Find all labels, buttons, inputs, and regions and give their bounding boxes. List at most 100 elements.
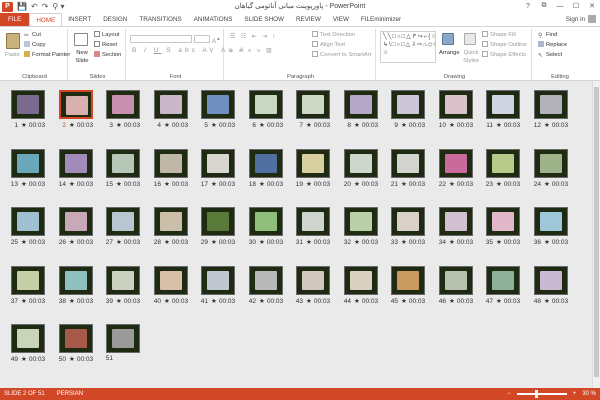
slide-thumbnail[interactable] xyxy=(201,149,235,178)
animation-star-icon[interactable]: ★ xyxy=(544,181,550,188)
tab-slide-show[interactable]: SLIDE SHOW xyxy=(238,13,290,26)
animation-star-icon[interactable]: ★ xyxy=(449,181,455,188)
animation-star-icon[interactable]: ★ xyxy=(21,298,27,305)
font-size-input[interactable] xyxy=(194,35,210,43)
arrange-button[interactable]: Arrange xyxy=(439,49,460,57)
tab-design[interactable]: DESIGN xyxy=(97,13,133,26)
shape-effects-button[interactable]: Shape Effects xyxy=(482,51,526,59)
ribbon-display-icon[interactable]: ⧉ xyxy=(536,0,552,12)
shape-fill-button[interactable]: Shape Fill xyxy=(482,31,516,39)
animation-star-icon[interactable]: ★ xyxy=(401,298,407,305)
slide-thumbnail[interactable] xyxy=(106,266,140,295)
quick-styles-icon[interactable] xyxy=(464,33,476,45)
layout-button[interactable]: Layout xyxy=(94,31,119,39)
animation-star-icon[interactable]: ★ xyxy=(69,298,75,305)
section-button[interactable]: Section xyxy=(94,51,121,59)
zoom-in-button[interactable]: + xyxy=(573,388,577,400)
slide-thumbnail[interactable] xyxy=(11,324,45,353)
animation-star-icon[interactable]: ★ xyxy=(69,356,75,363)
slide-thumbnail[interactable] xyxy=(59,266,93,295)
animation-star-icon[interactable]: ★ xyxy=(354,181,360,188)
animation-star-icon[interactable]: ★ xyxy=(164,181,170,188)
tab-home[interactable]: HOME xyxy=(29,13,63,26)
slide-thumbnail[interactable] xyxy=(391,266,425,295)
animation-star-icon[interactable]: ★ xyxy=(306,181,312,188)
slide-thumbnail[interactable] xyxy=(486,266,520,295)
animation-star-icon[interactable]: ★ xyxy=(354,122,360,129)
slide-thumbnail[interactable] xyxy=(439,90,473,119)
slide-thumbnail[interactable] xyxy=(391,90,425,119)
slide-thumbnail[interactable] xyxy=(344,207,378,236)
animation-star-icon[interactable]: ★ xyxy=(21,122,27,129)
slide-thumbnail[interactable] xyxy=(201,90,235,119)
slide-thumbnail[interactable] xyxy=(439,207,473,236)
slide-thumbnail[interactable] xyxy=(344,149,378,178)
slide-thumbnail[interactable] xyxy=(59,324,93,353)
animation-star-icon[interactable]: ★ xyxy=(259,122,265,129)
animation-star-icon[interactable]: ★ xyxy=(69,239,75,246)
slide-thumbnail[interactable] xyxy=(154,149,188,178)
slide-thumbnail[interactable] xyxy=(249,149,283,178)
slide-thumbnail[interactable] xyxy=(296,149,330,178)
slide-thumbnail[interactable] xyxy=(154,266,188,295)
animation-star-icon[interactable]: ★ xyxy=(116,122,122,129)
maximize-button[interactable]: ☐ xyxy=(568,0,584,12)
animation-star-icon[interactable]: ★ xyxy=(116,239,122,246)
vertical-scrollbar[interactable] xyxy=(592,81,600,388)
animation-star-icon[interactable]: ★ xyxy=(449,239,455,246)
slide-thumbnail[interactable] xyxy=(59,207,93,236)
slide-thumbnail[interactable] xyxy=(154,207,188,236)
slide-thumbnail[interactable] xyxy=(11,207,45,236)
slide-thumbnail[interactable] xyxy=(249,90,283,119)
slide-thumbnail[interactable] xyxy=(201,207,235,236)
paste-icon[interactable] xyxy=(6,33,20,49)
slide-thumbnail[interactable] xyxy=(296,90,330,119)
slide-thumbnail[interactable] xyxy=(154,90,188,119)
animation-star-icon[interactable]: ★ xyxy=(69,122,75,129)
minimize-button[interactable]: — xyxy=(552,0,568,12)
zoom-slider[interactable] xyxy=(516,390,567,398)
align-buttons[interactable]: ≡ ≡ ≡ ≡ ▥ xyxy=(230,47,273,55)
copy-button[interactable]: Copy xyxy=(24,41,46,49)
replace-button[interactable]: Replace xyxy=(538,41,567,49)
tab-fileminimizer[interactable]: FILEminimizer xyxy=(355,13,407,26)
tab-transitions[interactable]: TRANSITIONS xyxy=(133,13,187,26)
find-button[interactable]: ⚲ Find xyxy=(538,31,557,39)
slide-thumbnail[interactable] xyxy=(296,207,330,236)
slide-thumbnail[interactable] xyxy=(486,207,520,236)
slide-thumbnail[interactable] xyxy=(534,90,568,119)
animation-star-icon[interactable]: ★ xyxy=(164,239,170,246)
animation-star-icon[interactable]: ★ xyxy=(259,181,265,188)
slide-thumbnail[interactable] xyxy=(344,90,378,119)
slide-thumbnail[interactable] xyxy=(486,149,520,178)
animation-star-icon[interactable]: ★ xyxy=(544,122,550,129)
slide-thumbnail[interactable] xyxy=(201,266,235,295)
animation-star-icon[interactable]: ★ xyxy=(496,239,502,246)
animation-star-icon[interactable]: ★ xyxy=(116,181,122,188)
grow-font-icon[interactable]: A▲ xyxy=(212,35,221,46)
font-name-input[interactable] xyxy=(130,35,192,43)
animation-star-icon[interactable]: ★ xyxy=(211,239,217,246)
slide-counter[interactable]: SLIDE 2 OF 51 xyxy=(4,388,45,400)
animation-star-icon[interactable]: ★ xyxy=(69,181,75,188)
slide-thumbnail[interactable] xyxy=(534,149,568,178)
animation-star-icon[interactable]: ★ xyxy=(259,298,265,305)
format-painter-button[interactable]: Format Painter xyxy=(24,51,70,59)
animation-star-icon[interactable]: ★ xyxy=(21,239,27,246)
tab-view[interactable]: VIEW xyxy=(327,13,355,26)
slide-thumbnail[interactable] xyxy=(59,90,93,119)
arrange-icon[interactable] xyxy=(442,33,454,45)
slide-thumbnail[interactable] xyxy=(106,90,140,119)
slide-thumbnail[interactable] xyxy=(296,266,330,295)
slide-thumbnail[interactable] xyxy=(106,149,140,178)
animation-star-icon[interactable]: ★ xyxy=(496,122,502,129)
new-slide-icon[interactable] xyxy=(74,33,88,46)
animation-star-icon[interactable]: ★ xyxy=(211,122,217,129)
scrollbar-thumb[interactable] xyxy=(594,87,599,377)
animation-star-icon[interactable]: ★ xyxy=(544,239,550,246)
zoom-out-button[interactable]: − xyxy=(507,388,511,400)
animation-star-icon[interactable]: ★ xyxy=(21,356,27,363)
help-icon[interactable]: ? xyxy=(520,0,536,12)
slide-thumbnail[interactable] xyxy=(249,266,283,295)
slide-thumbnail[interactable] xyxy=(391,207,425,236)
